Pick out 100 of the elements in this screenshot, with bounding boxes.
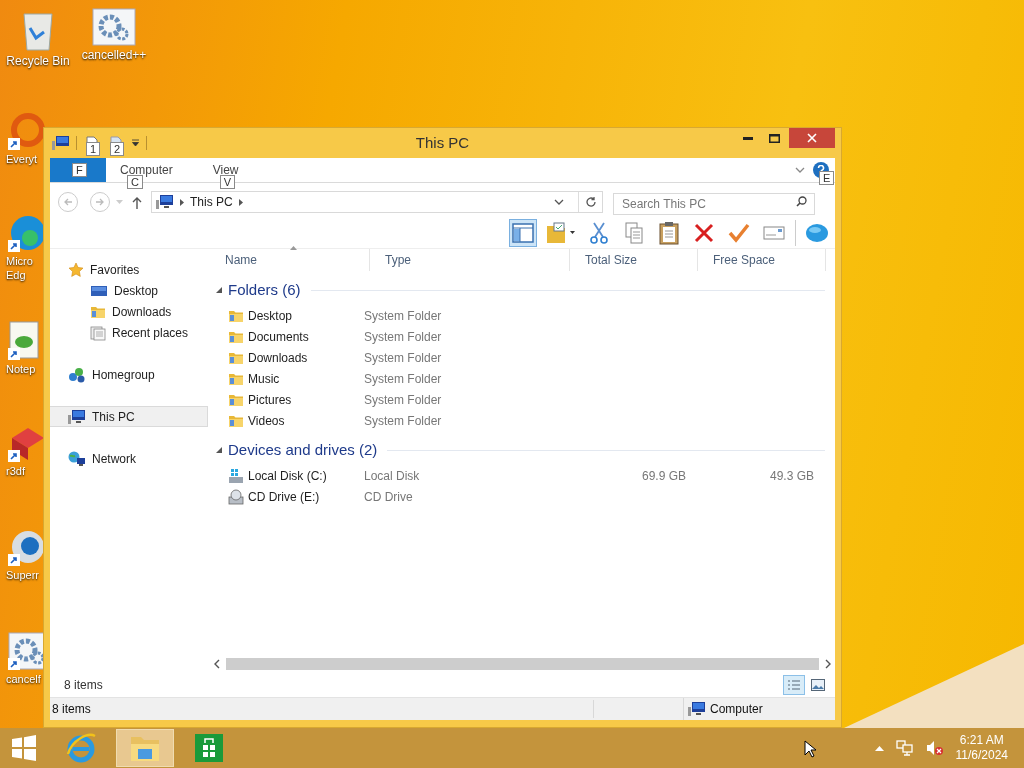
shortcut-arrow-icon bbox=[8, 554, 20, 566]
status-location: Computer bbox=[710, 701, 763, 718]
group-heading[interactable]: Devices and drives (2) bbox=[228, 438, 378, 462]
collapse-triangle-icon[interactable] bbox=[216, 287, 222, 293]
breadcrumb[interactable]: This PC bbox=[190, 193, 233, 211]
keytip: E bbox=[819, 171, 835, 185]
item-name[interactable]: Desktop bbox=[248, 306, 293, 325]
keytip: 1 bbox=[86, 142, 101, 156]
network-icon[interactable] bbox=[895, 740, 914, 756]
shortcut-arrow-icon bbox=[8, 450, 20, 462]
notepad-icon bbox=[8, 320, 40, 360]
monitor-icon bbox=[156, 194, 174, 210]
chevron-down-icon[interactable] bbox=[795, 167, 805, 173]
window-title: This PC bbox=[415, 132, 470, 153]
nav-item[interactable]: Downloads bbox=[50, 301, 208, 322]
file-tab[interactable]: F bbox=[50, 158, 106, 182]
nav-item[interactable]: Favorites bbox=[50, 259, 208, 280]
item-name[interactable]: Videos bbox=[248, 411, 285, 430]
shortcut-arrow-icon bbox=[8, 138, 20, 150]
close-icon bbox=[807, 133, 817, 143]
shopping-bag-icon bbox=[194, 733, 224, 763]
item-name[interactable]: Documents bbox=[248, 327, 309, 346]
item-type: System Folder bbox=[364, 328, 443, 346]
scissors-icon bbox=[590, 221, 608, 244]
column-header[interactable]: Name bbox=[210, 249, 370, 271]
item-count: 8 items bbox=[63, 676, 103, 694]
disc-drive-icon bbox=[228, 488, 244, 505]
item-type: System Folder bbox=[364, 412, 443, 430]
folder-check-icon bbox=[546, 221, 576, 244]
globe-monitor-icon bbox=[68, 450, 86, 467]
globe-nodes-icon bbox=[68, 366, 86, 383]
item-type: System Folder bbox=[364, 307, 443, 325]
caret-up-icon[interactable] bbox=[874, 745, 884, 751]
free-space: 49.3 GB bbox=[769, 467, 814, 485]
item-type: CD Drive bbox=[364, 488, 414, 506]
toolbar-button[interactable] bbox=[509, 218, 537, 247]
keytip: V bbox=[219, 175, 236, 189]
shortcut-arrow-icon bbox=[8, 348, 20, 360]
column-header[interactable]: Free Space bbox=[698, 249, 826, 271]
minimize-icon bbox=[743, 136, 753, 140]
nav-item[interactable]: Network bbox=[50, 448, 208, 469]
item-type: System Folder bbox=[364, 370, 443, 388]
sort-caret-icon bbox=[290, 246, 297, 250]
nav-item[interactable]: This PC bbox=[50, 406, 208, 427]
item-type: Local Disk bbox=[364, 467, 421, 485]
item-name[interactable]: Music bbox=[248, 369, 280, 388]
total-size: 69.9 GB bbox=[641, 467, 686, 485]
breadcrumb-arrow-icon bbox=[238, 198, 243, 206]
blob-icon bbox=[805, 221, 829, 244]
maximize-icon bbox=[768, 133, 780, 143]
clipboard-icon bbox=[659, 220, 679, 245]
windows-logo-icon bbox=[11, 735, 37, 761]
right-arrow-icon bbox=[95, 198, 105, 206]
muted-speaker-icon[interactable] bbox=[925, 740, 944, 756]
monitor-icon bbox=[688, 701, 706, 717]
keytip: C bbox=[127, 175, 143, 189]
status-text: 8 items bbox=[50, 700, 594, 718]
keytip: 2 bbox=[110, 142, 125, 156]
monitor-icon bbox=[68, 408, 86, 425]
refresh-icon[interactable] bbox=[585, 196, 597, 208]
address-bar[interactable]: This PC bbox=[151, 191, 603, 213]
image-icon bbox=[811, 678, 825, 691]
dropdown-caret-icon[interactable] bbox=[131, 139, 140, 147]
copy-icon bbox=[625, 221, 643, 244]
monitor-icon bbox=[52, 135, 70, 151]
item-name[interactable]: Local Disk (C:) bbox=[248, 466, 327, 485]
item-name[interactable]: Downloads bbox=[248, 348, 308, 367]
collapse-triangle-icon[interactable] bbox=[216, 447, 222, 453]
view-button[interactable] bbox=[783, 674, 805, 695]
search-icon bbox=[796, 196, 807, 207]
left-arrow-icon bbox=[63, 198, 73, 206]
star-icon bbox=[68, 261, 84, 278]
column-header[interactable]: Type bbox=[370, 249, 570, 271]
search-field[interactable]: Search This PC bbox=[613, 193, 815, 215]
hard-drive-icon bbox=[228, 467, 244, 484]
up-arrow-icon bbox=[132, 195, 142, 209]
keytip: F bbox=[72, 163, 87, 177]
x-mark-icon bbox=[694, 222, 714, 243]
column-header[interactable]: Total Size bbox=[570, 249, 698, 271]
chevron-down-icon[interactable] bbox=[554, 199, 564, 205]
item-name[interactable]: CD Drive (E:) bbox=[248, 487, 320, 506]
item-name[interactable]: Pictures bbox=[248, 390, 292, 409]
item-type: System Folder bbox=[364, 391, 443, 409]
nav-item[interactable]: Desktop bbox=[50, 280, 208, 301]
new-folder-button[interactable]: 2 bbox=[107, 133, 125, 153]
item-type: System Folder bbox=[364, 349, 443, 367]
card-icon bbox=[763, 224, 785, 241]
group-heading[interactable]: Folders (6) bbox=[228, 278, 301, 302]
ring-icon bbox=[8, 112, 46, 150]
taskbar-app[interactable] bbox=[116, 729, 174, 767]
properties-button[interactable]: 1 bbox=[83, 133, 101, 153]
document-stack-icon bbox=[90, 324, 106, 341]
gear-icon bbox=[92, 8, 136, 46]
pane-icon bbox=[512, 222, 534, 243]
scrollbar-thumb[interactable] bbox=[226, 658, 819, 670]
nav-item[interactable]: Homegroup bbox=[50, 364, 208, 385]
mouse-cursor-icon bbox=[804, 740, 816, 758]
shortcut-arrow-icon bbox=[8, 240, 20, 252]
breadcrumb-arrow-icon bbox=[180, 198, 184, 206]
nav-item[interactable]: Recent places bbox=[50, 322, 208, 343]
